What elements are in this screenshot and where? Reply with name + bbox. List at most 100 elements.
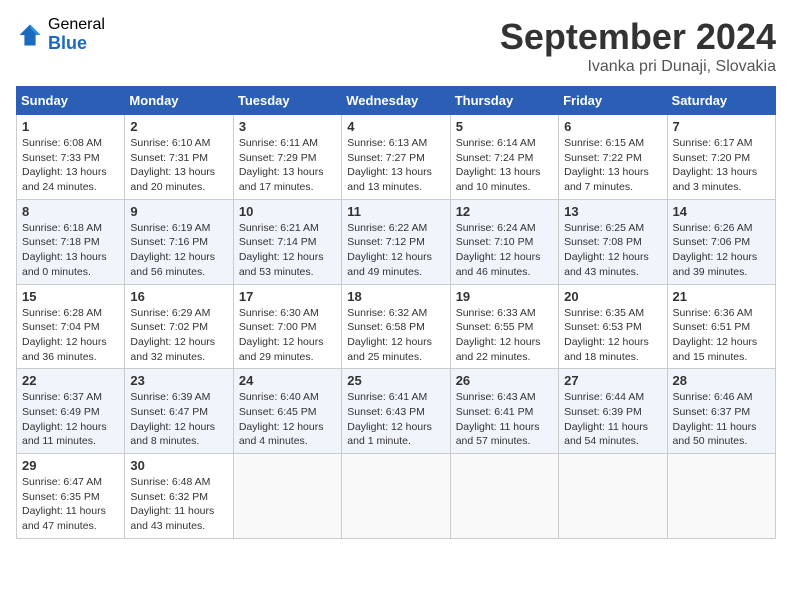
calendar-cell: 24 Sunrise: 6:40 AM Sunset: 6:45 PM Dayli… xyxy=(233,369,341,454)
day-info: Sunrise: 6:43 AM Sunset: 6:41 PM Dayligh… xyxy=(456,390,553,449)
logo: General Blue xyxy=(16,16,105,53)
day-number: 29 xyxy=(22,458,119,473)
day-number: 20 xyxy=(564,289,661,304)
calendar-cell: 16 Sunrise: 6:29 AM Sunset: 7:02 PM Dayli… xyxy=(125,284,233,369)
calendar-cell: 4 Sunrise: 6:13 AM Sunset: 7:27 PM Daylig… xyxy=(342,115,450,200)
day-number: 13 xyxy=(564,204,661,219)
calendar-cell xyxy=(233,454,341,539)
day-info: Sunrise: 6:21 AM Sunset: 7:14 PM Dayligh… xyxy=(239,221,336,280)
calendar-cell: 29Sunrise: 6:47 AM Sunset: 6:35 PM Dayli… xyxy=(17,454,125,539)
day-info: Sunrise: 6:41 AM Sunset: 6:43 PM Dayligh… xyxy=(347,390,444,449)
calendar-cell: 7 Sunrise: 6:17 AM Sunset: 7:20 PM Daylig… xyxy=(667,115,775,200)
day-number: 14 xyxy=(673,204,770,219)
calendar-week-row: 22Sunrise: 6:37 AM Sunset: 6:49 PM Dayli… xyxy=(17,369,776,454)
day-info: Sunrise: 6:32 AM Sunset: 6:58 PM Dayligh… xyxy=(347,306,444,365)
day-info: Sunrise: 6:33 AM Sunset: 6:55 PM Dayligh… xyxy=(456,306,553,365)
day-number: 24 xyxy=(239,373,336,388)
day-number: 21 xyxy=(673,289,770,304)
day-info: Sunrise: 6:44 AM Sunset: 6:39 PM Dayligh… xyxy=(564,390,661,449)
calendar-table: SundayMondayTuesdayWednesdayThursdayFrid… xyxy=(16,86,776,539)
calendar-cell: 19Sunrise: 6:33 AM Sunset: 6:55 PM Dayli… xyxy=(450,284,558,369)
column-header-thursday: Thursday xyxy=(450,87,558,115)
logo-text: General Blue xyxy=(48,16,105,53)
day-info: Sunrise: 6:30 AM Sunset: 7:00 PM Dayligh… xyxy=(239,306,336,365)
day-info: Sunrise: 6:17 AM Sunset: 7:20 PM Dayligh… xyxy=(673,136,770,195)
title-block: September 2024 Ivanka pri Dunaji, Slovak… xyxy=(500,16,776,76)
day-info: Sunrise: 6:22 AM Sunset: 7:12 PM Dayligh… xyxy=(347,221,444,280)
calendar-cell xyxy=(342,454,450,539)
day-number: 11 xyxy=(347,204,444,219)
day-number: 23 xyxy=(130,373,227,388)
day-number: 17 xyxy=(239,289,336,304)
day-info: Sunrise: 6:26 AM Sunset: 7:06 PM Dayligh… xyxy=(673,221,770,280)
day-number: 2 xyxy=(130,119,227,134)
calendar-cell: 15 Sunrise: 6:28 AM Sunset: 7:04 PM Dayli… xyxy=(17,284,125,369)
day-info: Sunrise: 6:18 AM Sunset: 7:18 PM Dayligh… xyxy=(22,221,119,280)
day-info: Sunrise: 6:48 AM Sunset: 6:32 PM Dayligh… xyxy=(130,475,227,534)
calendar-cell: 27 Sunrise: 6:44 AM Sunset: 6:39 PM Dayli… xyxy=(559,369,667,454)
day-number: 28 xyxy=(673,373,770,388)
day-number: 4 xyxy=(347,119,444,134)
column-header-monday: Monday xyxy=(125,87,233,115)
column-header-sunday: Sunday xyxy=(17,87,125,115)
day-info: Sunrise: 6:36 AM Sunset: 6:51 PM Dayligh… xyxy=(673,306,770,365)
day-number: 16 xyxy=(130,289,227,304)
day-info: Sunrise: 6:15 AM Sunset: 7:22 PM Dayligh… xyxy=(564,136,661,195)
day-number: 3 xyxy=(239,119,336,134)
calendar-cell: 13 Sunrise: 6:25 AM Sunset: 7:08 PM Dayli… xyxy=(559,199,667,284)
day-info: Sunrise: 6:13 AM Sunset: 7:27 PM Dayligh… xyxy=(347,136,444,195)
day-info: Sunrise: 6:25 AM Sunset: 7:08 PM Dayligh… xyxy=(564,221,661,280)
location: Ivanka pri Dunaji, Slovakia xyxy=(500,58,776,76)
day-number: 8 xyxy=(22,204,119,219)
day-info: Sunrise: 6:39 AM Sunset: 6:47 PM Dayligh… xyxy=(130,390,227,449)
calendar-cell: 9 Sunrise: 6:19 AM Sunset: 7:16 PM Daylig… xyxy=(125,199,233,284)
calendar-cell: 8 Sunrise: 6:18 AM Sunset: 7:18 PM Daylig… xyxy=(17,199,125,284)
day-info: Sunrise: 6:24 AM Sunset: 7:10 PM Dayligh… xyxy=(456,221,553,280)
calendar-cell: 30Sunrise: 6:48 AM Sunset: 6:32 PM Dayli… xyxy=(125,454,233,539)
page-header: General Blue September 2024 Ivanka pri D… xyxy=(16,16,776,76)
calendar-cell: 6 Sunrise: 6:15 AM Sunset: 7:22 PM Daylig… xyxy=(559,115,667,200)
calendar-cell: 10 Sunrise: 6:21 AM Sunset: 7:14 PM Dayli… xyxy=(233,199,341,284)
calendar-cell: 23 Sunrise: 6:39 AM Sunset: 6:47 PM Dayli… xyxy=(125,369,233,454)
day-info: Sunrise: 6:46 AM Sunset: 6:37 PM Dayligh… xyxy=(673,390,770,449)
day-number: 5 xyxy=(456,119,553,134)
calendar-cell: 26 Sunrise: 6:43 AM Sunset: 6:41 PM Dayli… xyxy=(450,369,558,454)
calendar-week-row: 8 Sunrise: 6:18 AM Sunset: 7:18 PM Daylig… xyxy=(17,199,776,284)
column-header-friday: Friday xyxy=(559,87,667,115)
day-info: Sunrise: 6:29 AM Sunset: 7:02 PM Dayligh… xyxy=(130,306,227,365)
day-info: Sunrise: 6:11 AM Sunset: 7:29 PM Dayligh… xyxy=(239,136,336,195)
calendar-cell: 21 Sunrise: 6:36 AM Sunset: 6:51 PM Dayli… xyxy=(667,284,775,369)
day-info: Sunrise: 6:28 AM Sunset: 7:04 PM Dayligh… xyxy=(22,306,119,365)
day-number: 1 xyxy=(22,119,119,134)
calendar-cell: 25 Sunrise: 6:41 AM Sunset: 6:43 PM Dayli… xyxy=(342,369,450,454)
day-info: Sunrise: 6:40 AM Sunset: 6:45 PM Dayligh… xyxy=(239,390,336,449)
calendar-cell: 1 Sunrise: 6:08 AM Sunset: 7:33 PM Daylig… xyxy=(17,115,125,200)
calendar-week-row: 15 Sunrise: 6:28 AM Sunset: 7:04 PM Dayli… xyxy=(17,284,776,369)
day-info: Sunrise: 6:19 AM Sunset: 7:16 PM Dayligh… xyxy=(130,221,227,280)
day-number: 6 xyxy=(564,119,661,134)
day-number: 22 xyxy=(22,373,119,388)
day-number: 9 xyxy=(130,204,227,219)
day-number: 27 xyxy=(564,373,661,388)
day-number: 25 xyxy=(347,373,444,388)
calendar-cell: 12 Sunrise: 6:24 AM Sunset: 7:10 PM Dayli… xyxy=(450,199,558,284)
month-year: September 2024 xyxy=(500,16,776,58)
calendar-cell: 5 Sunrise: 6:14 AM Sunset: 7:24 PM Daylig… xyxy=(450,115,558,200)
calendar-cell xyxy=(450,454,558,539)
logo-general: General xyxy=(48,16,105,34)
column-header-wednesday: Wednesday xyxy=(342,87,450,115)
day-number: 15 xyxy=(22,289,119,304)
calendar-cell: 3 Sunrise: 6:11 AM Sunset: 7:29 PM Daylig… xyxy=(233,115,341,200)
day-number: 26 xyxy=(456,373,553,388)
day-number: 10 xyxy=(239,204,336,219)
day-info: Sunrise: 6:08 AM Sunset: 7:33 PM Dayligh… xyxy=(22,136,119,195)
calendar-cell: 22Sunrise: 6:37 AM Sunset: 6:49 PM Dayli… xyxy=(17,369,125,454)
day-number: 12 xyxy=(456,204,553,219)
column-header-tuesday: Tuesday xyxy=(233,87,341,115)
calendar-week-row: 29Sunrise: 6:47 AM Sunset: 6:35 PM Dayli… xyxy=(17,454,776,539)
day-number: 7 xyxy=(673,119,770,134)
day-info: Sunrise: 6:14 AM Sunset: 7:24 PM Dayligh… xyxy=(456,136,553,195)
calendar-cell xyxy=(559,454,667,539)
calendar-cell: 18 Sunrise: 6:32 AM Sunset: 6:58 PM Dayli… xyxy=(342,284,450,369)
day-number: 18 xyxy=(347,289,444,304)
